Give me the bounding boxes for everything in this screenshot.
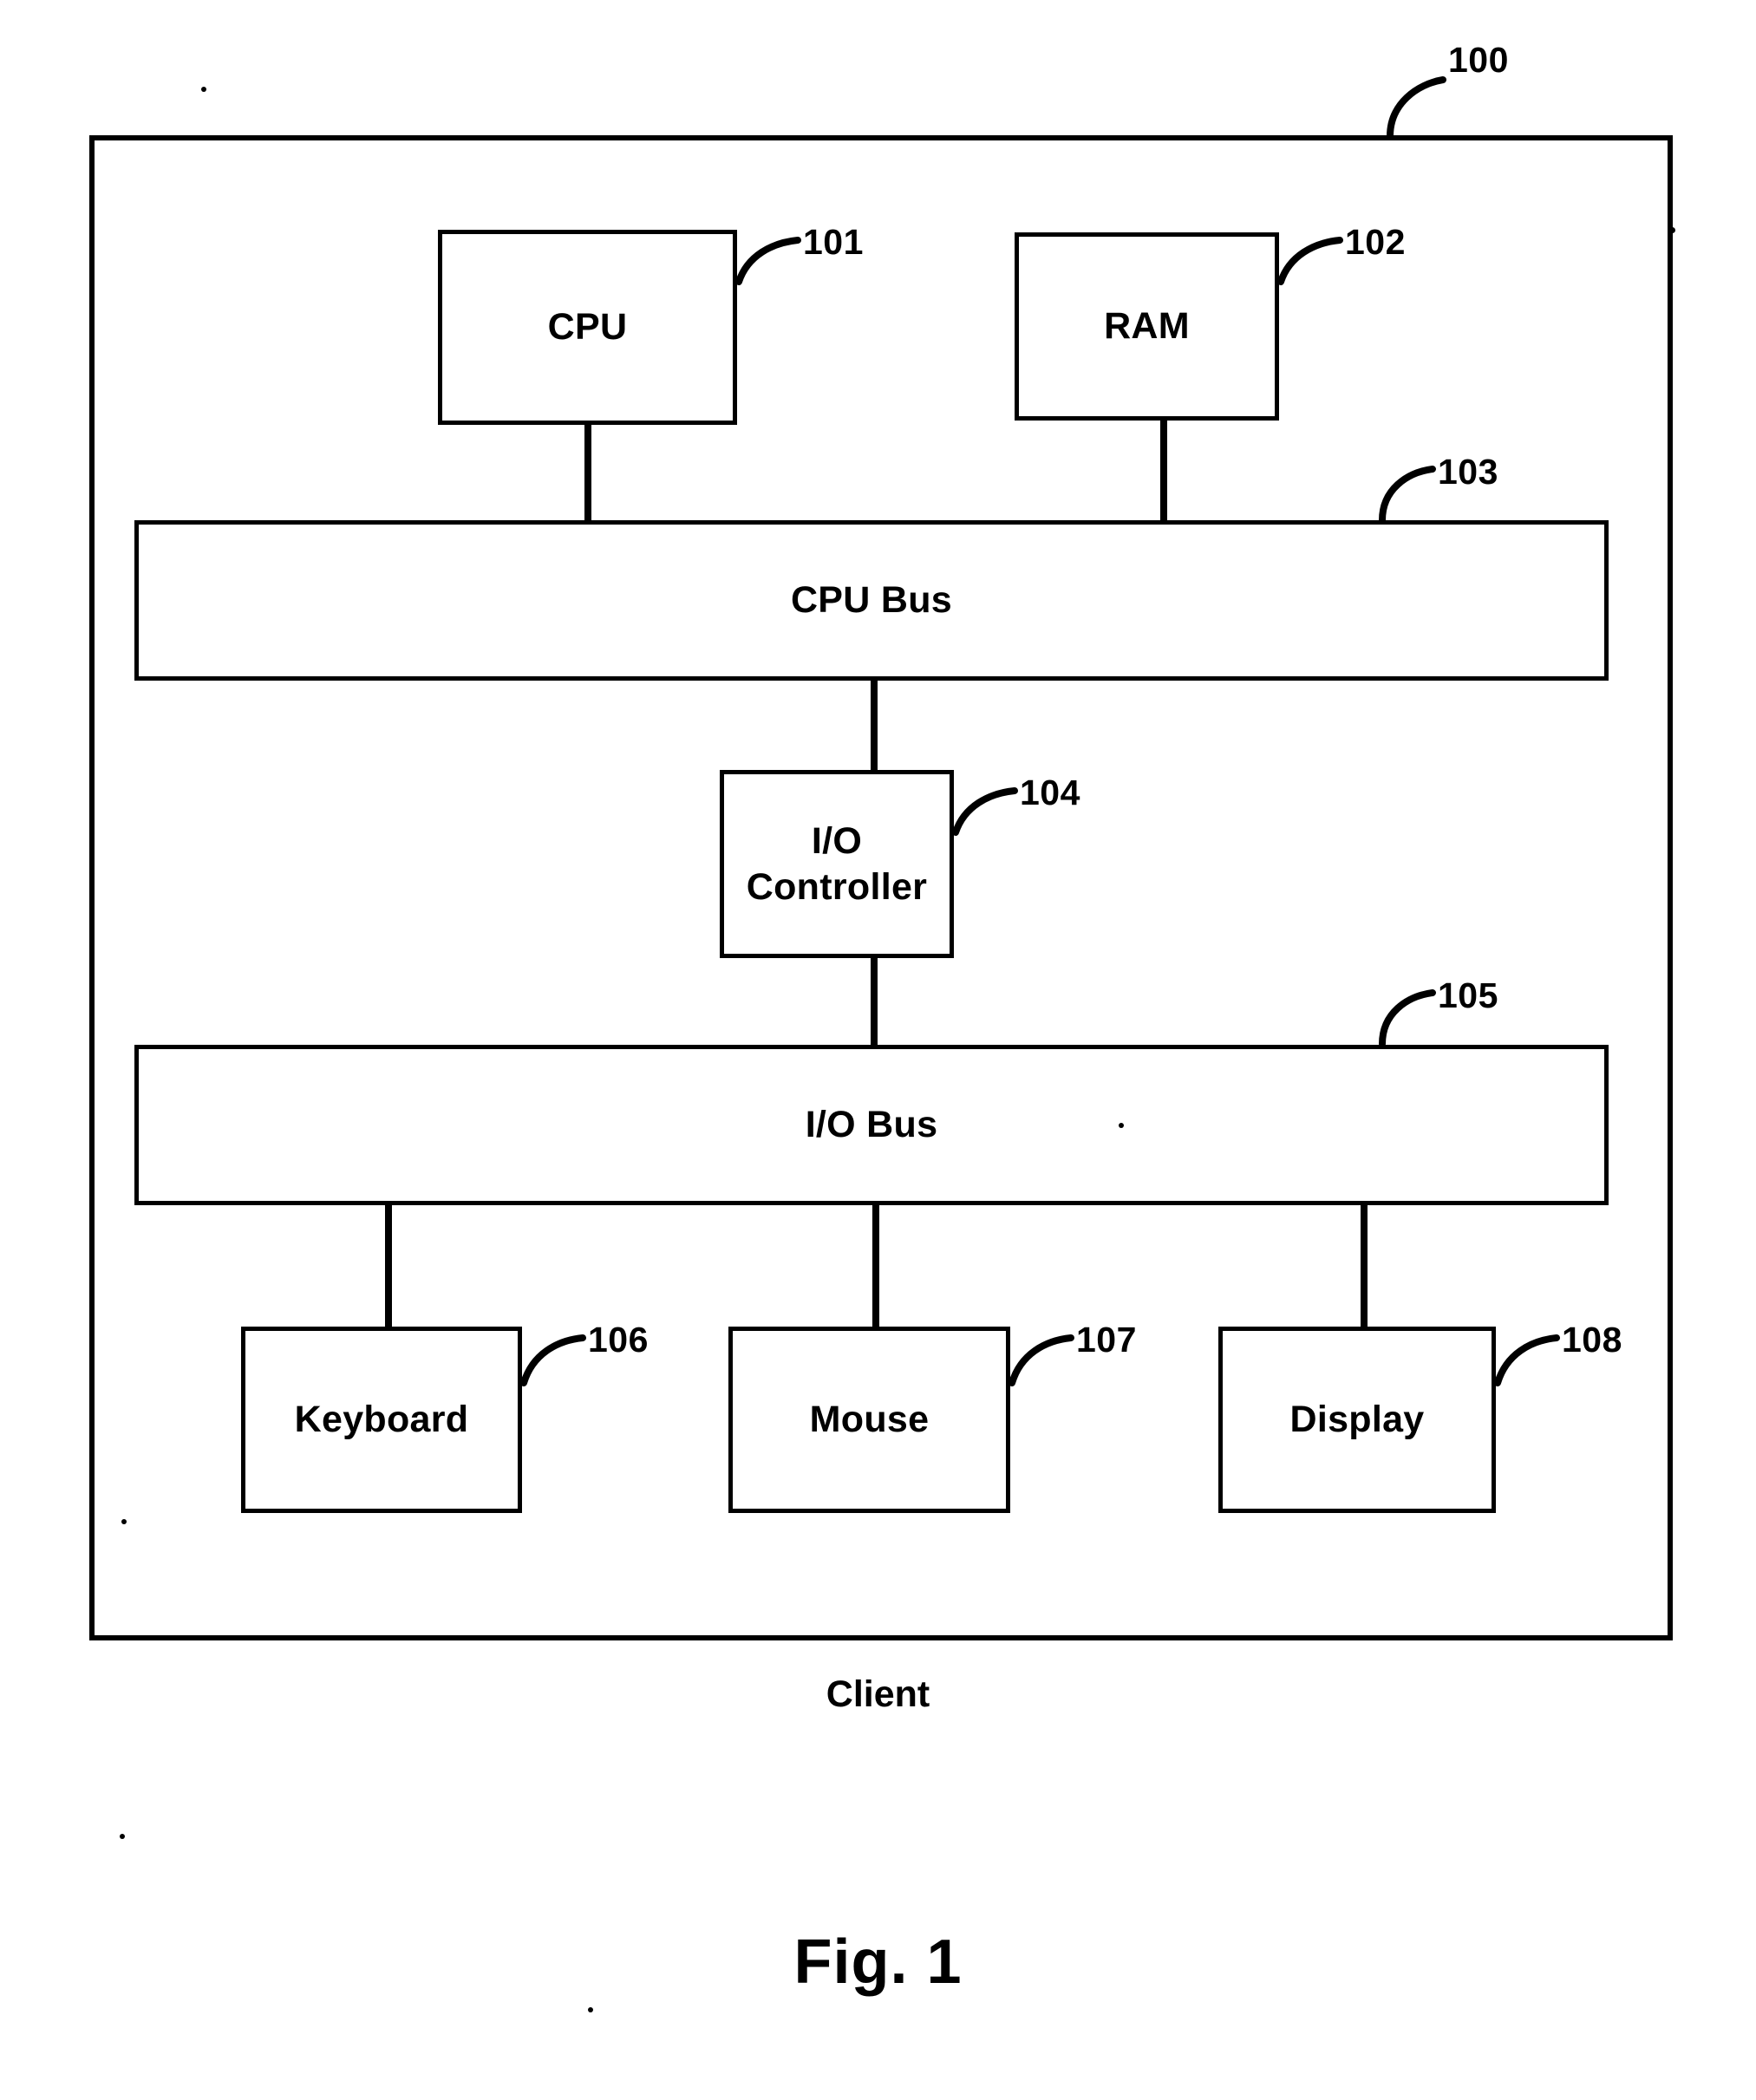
ref-numeral-102: 102 [1345,222,1406,262]
node-cpu[interactable]: CPU [438,230,737,425]
node-keyboard-label: Keyboard [294,1399,469,1441]
node-io-bus[interactable]: I/O Bus [134,1045,1609,1205]
figure-caption: Client [826,1673,930,1715]
node-cpu-bus-label: CPU Bus [790,579,953,622]
node-io-controller-label: I/O Controller [746,820,928,908]
node-keyboard[interactable]: Keyboard [241,1327,522,1513]
node-io-bus-label: I/O Bus [805,1104,938,1146]
node-ram[interactable]: RAM [1015,232,1279,421]
ref-numeral-104: 104 [1020,773,1080,812]
scan-speck [1669,227,1675,233]
leader-line-100 [1387,76,1446,140]
node-display-label: Display [1289,1399,1425,1441]
scan-speck [1119,1123,1124,1128]
node-cpu-label: CPU [547,306,628,349]
ref-numeral-105: 105 [1438,975,1498,1015]
node-mouse-label: Mouse [809,1399,930,1441]
ref-numeral-108: 108 [1562,1320,1622,1360]
scan-speck [588,2007,593,2012]
node-ram-label: RAM [1104,305,1190,348]
node-display[interactable]: Display [1218,1327,1496,1513]
ref-numeral-106: 106 [588,1320,649,1360]
figure-title: Fig. 1 [793,1927,963,1997]
scan-speck [121,1519,127,1524]
scan-speck [201,87,206,92]
node-cpu-bus[interactable]: CPU Bus [134,520,1609,681]
ref-numeral-101: 101 [803,222,864,262]
ref-numeral-107: 107 [1076,1320,1137,1360]
patent-figure: CPU RAM CPU Bus I/O Controller I/O Bus K… [0,0,1756,2100]
ref-numeral-103: 103 [1438,452,1498,492]
node-io-controller[interactable]: I/O Controller [720,770,954,958]
scan-speck [120,1834,125,1839]
node-mouse[interactable]: Mouse [728,1327,1010,1513]
ref-numeral-100: 100 [1448,40,1509,80]
